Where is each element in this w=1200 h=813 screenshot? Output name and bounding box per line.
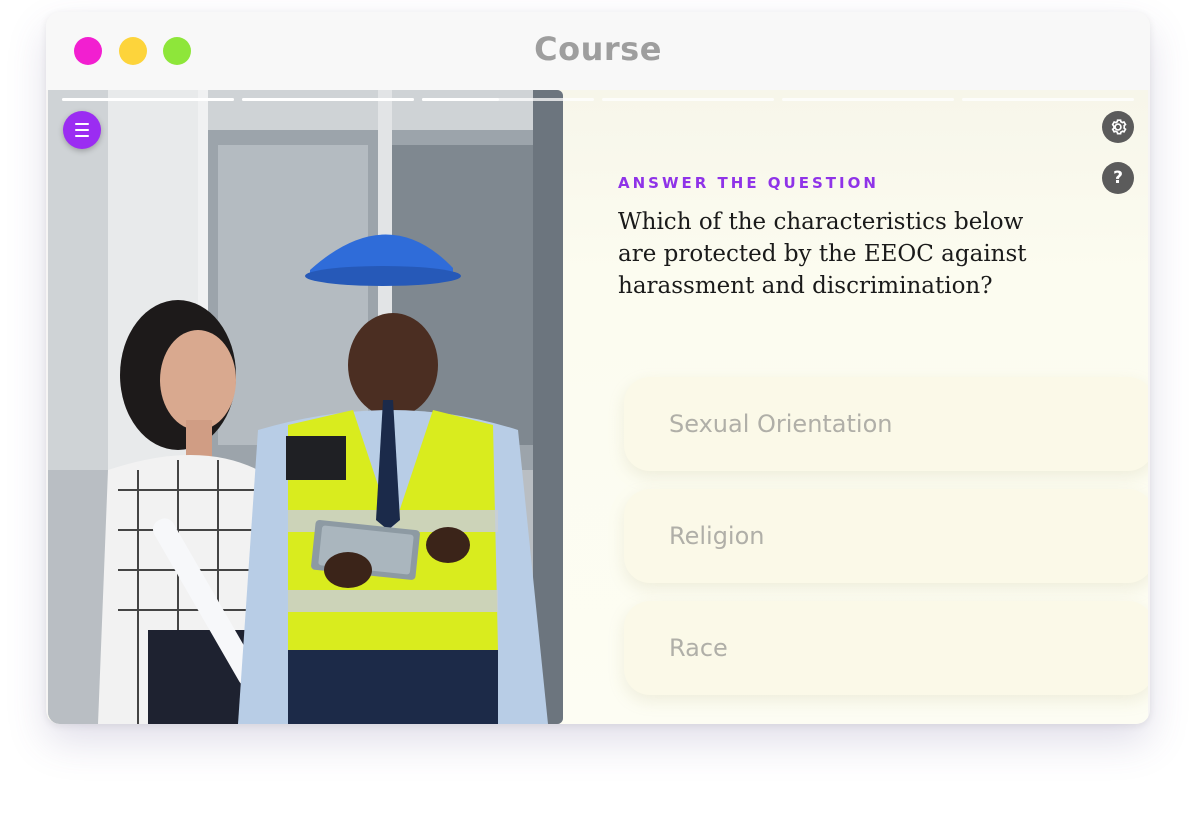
question-text: Which of the characteristics below are p… xyxy=(618,209,1027,299)
lesson-progress-right xyxy=(62,98,1134,102)
workers-illustration xyxy=(48,90,563,724)
answer-option[interactable]: Religion xyxy=(624,489,1148,583)
question-eyebrow: ANSWER THE QUESTION xyxy=(618,174,879,192)
gear-icon xyxy=(1111,119,1127,135)
progress-segment-fill xyxy=(422,98,500,101)
progress-segment xyxy=(962,98,1134,101)
window-title: Course xyxy=(534,30,662,68)
answer-list: Sexual Orientation Religion Race xyxy=(624,377,1148,713)
progress-segment xyxy=(422,98,594,101)
menu-icon xyxy=(75,121,89,139)
course-stage: ? ANSWER THE QUESTION Which of the chara… xyxy=(48,90,1148,724)
menu-button[interactable] xyxy=(63,111,101,149)
help-button[interactable]: ? xyxy=(1102,162,1134,194)
course-window: Course ? ANSWER THE QUESTION Which of th… xyxy=(46,12,1150,724)
progress-segment xyxy=(602,98,774,101)
answer-option[interactable]: Race xyxy=(624,601,1148,695)
answer-option[interactable]: Sexual Orientation xyxy=(624,377,1148,471)
lesson-photo xyxy=(48,90,563,724)
settings-button[interactable] xyxy=(1102,111,1134,143)
progress-segment xyxy=(782,98,954,101)
title-bar: Course xyxy=(46,12,1150,90)
